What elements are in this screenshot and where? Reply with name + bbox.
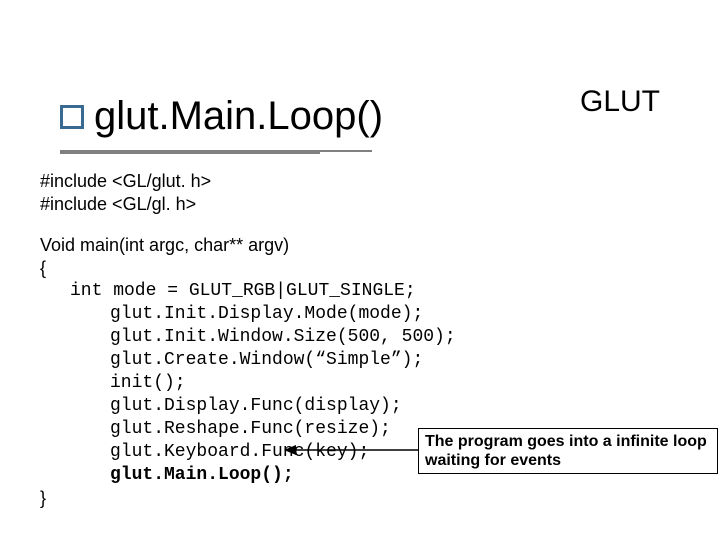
- code-line-initdisplay: glut.Init.Display.Mode(mode);: [40, 303, 700, 326]
- corner-label: GLUT: [580, 85, 660, 119]
- code-line-mode: int mode = GLUT_RGB|GLUT_SINGLE;: [40, 280, 700, 303]
- code-line-displayfunc: glut.Display.Func(display);: [40, 395, 700, 418]
- code-line-open-brace: {: [40, 257, 700, 280]
- code-line-signature: Void main(int argc, char** argv): [40, 234, 700, 257]
- code-line-include1: #include <GL/glut. h>: [40, 170, 700, 193]
- callout-box: The program goes into a infinite loop wa…: [418, 428, 718, 474]
- code-line-windowsize: glut.Init.Window.Size(500, 500);: [40, 326, 700, 349]
- title-underline-icon: [60, 150, 372, 154]
- title-bullet-icon: [60, 105, 84, 129]
- code-line-createwindow: glut.Create.Window(“Simple”);: [40, 349, 700, 372]
- code-line-close-brace: }: [40, 487, 700, 510]
- slide-title: glut.Main.Loop(): [94, 94, 383, 139]
- code-line-init: init();: [40, 372, 700, 395]
- slide: glut.Main.Loop() GLUT #include <GL/glut.…: [0, 0, 720, 540]
- code-line-include2: #include <GL/gl. h>: [40, 193, 700, 216]
